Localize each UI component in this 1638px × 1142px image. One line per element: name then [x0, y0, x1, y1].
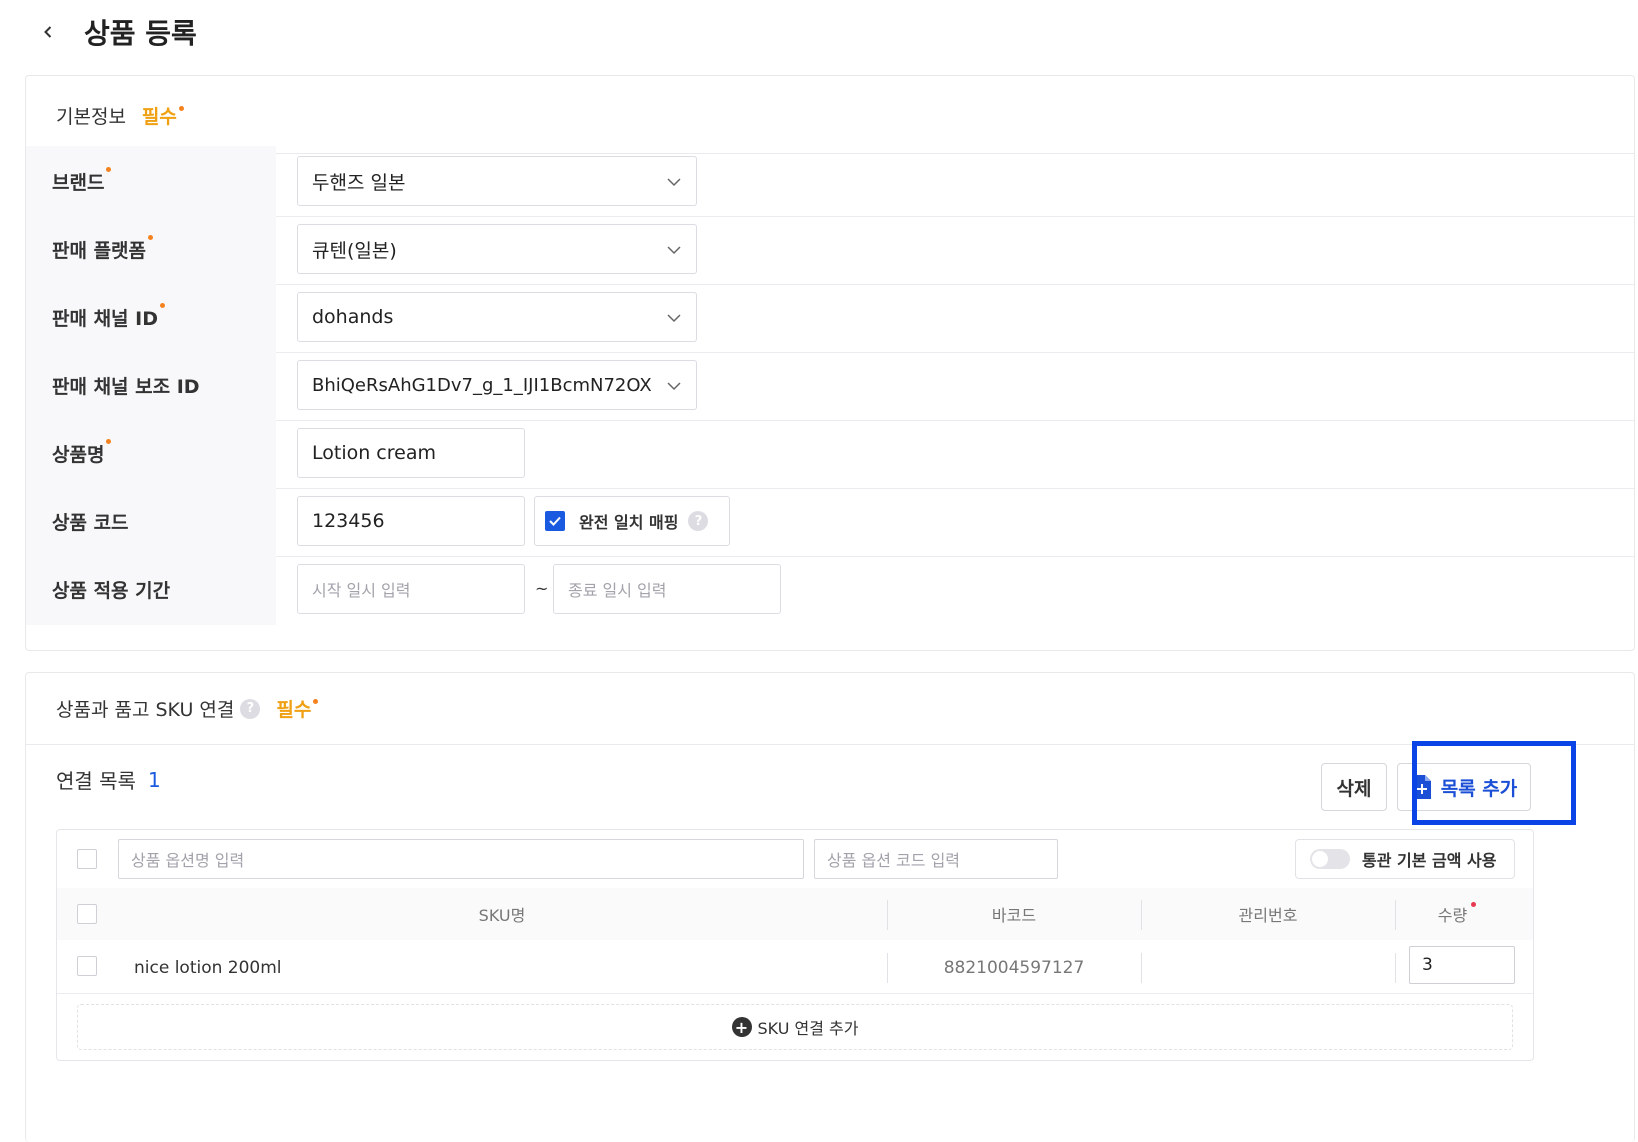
required-tag: 필수 [142, 102, 184, 129]
chevron-down-icon [667, 382, 681, 391]
chevron-down-icon [667, 314, 681, 323]
sku-link-header: 상품과 품고 SKU 연결 ? 필수 [26, 673, 1634, 745]
required-tag: 필수 [276, 695, 319, 722]
required-dot [1471, 901, 1477, 907]
brand-label: 브랜드 [52, 171, 105, 194]
page-header: 상품 등록 [0, 0, 1638, 70]
sku-link-panel: 상품 옵션명 입력 상품 옵션 코드 입력 통관 기본 금액 사용 SKU명 바… [56, 829, 1534, 1061]
required-dot [178, 106, 184, 111]
form-row-channel-id: 판매 채널 ID dohands [26, 282, 1634, 353]
form-row-brand: 브랜드 두핸즈 일본 [26, 146, 1634, 217]
sku-link-title: 상품과 품고 SKU 연결 [56, 699, 235, 721]
channel-id-label: 판매 채널 ID [52, 307, 158, 330]
required-dot [106, 438, 112, 444]
period-label: 상품 적용 기간 [52, 580, 171, 602]
add-sku-link-button[interactable]: + SKU 연결 추가 [77, 1004, 1513, 1050]
table-row: nice lotion 200ml 8821004597127 3 [57, 942, 1533, 994]
platform-label: 판매 플랫폼 [52, 239, 147, 262]
form-row-platform: 판매 플랫폼 큐텐(일본) [26, 214, 1634, 285]
sub-channel-id-select[interactable]: BhiQeRsAhG1Dv7_g_1_IJI1BcmN72OX [297, 360, 697, 410]
delete-button[interactable]: 삭제 [1321, 763, 1387, 811]
barcode-cell: 8821004597127 [943, 958, 1085, 978]
form-row-product-code: 상품 코드 123456 완전 일치 매핑 ? [26, 486, 1634, 557]
start-datetime-input[interactable]: 시작 일시 입력 [297, 564, 525, 614]
back-button[interactable] [36, 18, 60, 46]
customs-default-toggle[interactable]: 통관 기본 금액 사용 [1295, 839, 1515, 879]
customs-toggle-label: 통관 기본 금액 사용 [1362, 851, 1497, 870]
option-code-input[interactable]: 상품 옵션 코드 입력 [814, 839, 1058, 879]
option-name-input[interactable]: 상품 옵션명 입력 [118, 839, 804, 879]
product-code-input[interactable]: 123456 [297, 496, 525, 546]
exact-match-checkbox[interactable]: 완전 일치 매핑 ? [534, 496, 730, 546]
help-icon[interactable]: ? [688, 511, 709, 531]
basic-info-title: 기본정보 [56, 106, 126, 128]
platform-select[interactable]: 큐텐(일본) [297, 224, 697, 274]
sku-table-header: SKU명 바코드 관리번호 수량 [57, 888, 1533, 940]
manage-no-cell [1141, 942, 1395, 994]
page-title: 상품 등록 [84, 17, 197, 50]
add-list-button[interactable]: 목록 추가 [1397, 763, 1531, 811]
end-datetime-input[interactable]: 종료 일시 입력 [553, 564, 781, 614]
required-dot [313, 699, 319, 704]
chevron-down-icon [667, 178, 681, 187]
exact-match-label: 완전 일치 매핑 [579, 513, 679, 532]
quantity-input[interactable]: 3 [1409, 946, 1515, 984]
sku-name-cell: nice lotion 200ml [134, 958, 282, 978]
sub-channel-id-label: 판매 채널 보조 ID [52, 375, 200, 398]
row-checkbox[interactable] [77, 956, 97, 976]
channel-id-select[interactable]: dohands [297, 292, 697, 342]
required-dot [160, 302, 165, 308]
select-all-checkbox[interactable] [77, 904, 97, 924]
help-icon[interactable]: ? [240, 698, 261, 719]
range-separator: ~ [535, 579, 549, 598]
chevron-down-icon [667, 246, 681, 255]
required-dot [148, 234, 154, 240]
basic-info-header: 기본정보 필수 [26, 76, 1634, 154]
toggle-switch[interactable] [1310, 849, 1350, 869]
add-document-icon [1412, 775, 1431, 799]
check-icon [545, 511, 565, 531]
form-row-product-name: 상품명 Lotion cream [26, 418, 1634, 489]
link-list-label: 연결 목록 [56, 769, 136, 793]
product-code-label: 상품 코드 [52, 511, 129, 534]
basic-info-card: 기본정보 필수 브랜드 두핸즈 일본 판매 플랫폼 큐텐(일본) 판매 채널 I… [25, 75, 1635, 651]
plus-circle-icon: + [731, 1017, 752, 1037]
link-list-heading: 연결 목록 1 [56, 765, 161, 794]
product-name-input[interactable]: Lotion cream [297, 428, 525, 478]
brand-select[interactable]: 두핸즈 일본 [297, 156, 697, 206]
form-row-sub-channel-id: 판매 채널 보조 ID BhiQeRsAhG1Dv7_g_1_IJI1BcmN7… [26, 350, 1634, 421]
required-dot [106, 166, 112, 172]
chevron-left-icon [44, 26, 52, 38]
link-list-count: 1 [147, 767, 161, 792]
column-header-sku: SKU명 [478, 906, 526, 925]
form-row-period: 상품 적용 기간 시작 일시 입력 ~ 종료 일시 입력 [26, 554, 1634, 625]
column-header-barcode: 바코드 [991, 906, 1037, 925]
sku-link-card: 상품과 품고 SKU 연결 ? 필수 연결 목록 1 삭제 목록 추가 상품 옵… [25, 672, 1635, 1142]
column-header-manage-no: 관리번호 [1238, 906, 1298, 925]
row-checkbox[interactable] [77, 849, 97, 869]
product-name-label: 상품명 [52, 443, 105, 466]
column-header-qty: 수량 [1395, 888, 1519, 940]
